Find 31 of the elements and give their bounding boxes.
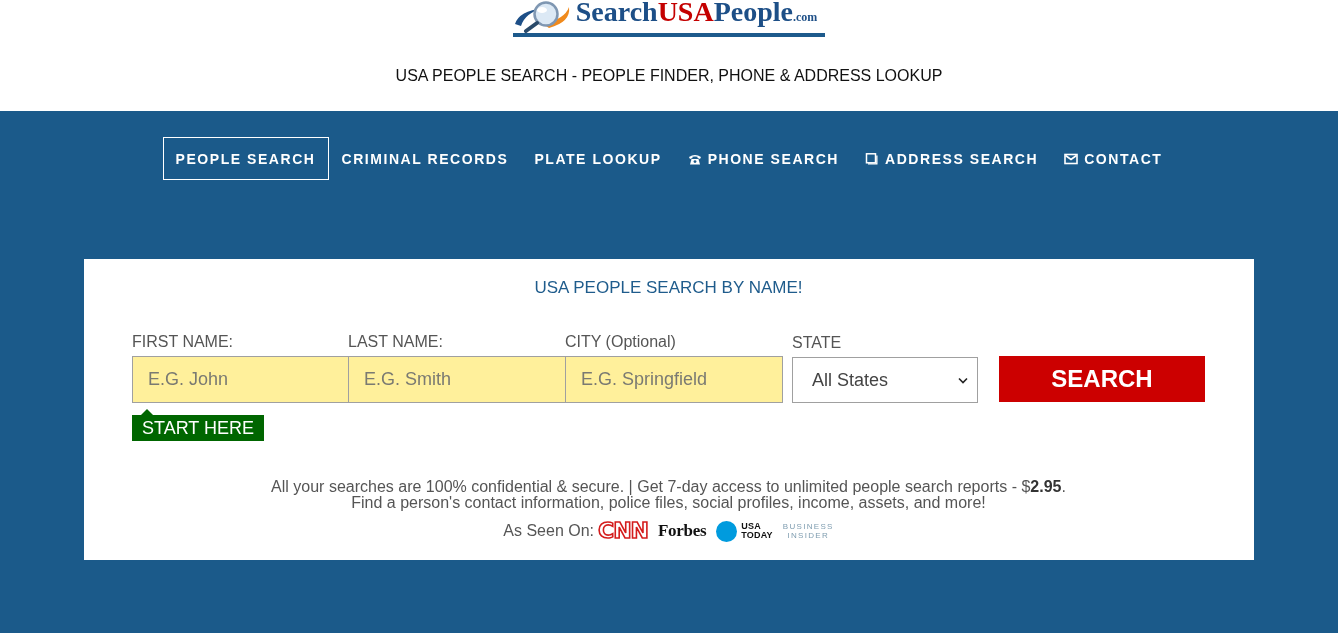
as-seen-on-label: As Seen On: [503,522,595,540]
press-logo: Forbes [658,521,707,541]
press-logo: CNN [598,520,649,542]
text-input[interactable]: E.G. John [132,356,349,403]
nav-link[interactable]: PHONE SEARCH [674,137,853,180]
site-logo[interactable]: SearchUSAPeople.com [512,0,826,37]
card-title: USA PEOPLE SEARCH BY NAME! [533,278,804,298]
nav-link[interactable]: CONTACT [1051,137,1176,180]
tagline-text: USA PEOPLE SEARCH - PEOPLE FINDER, PHONE & ADDRESS LOOKUP [395,67,943,85]
text-input[interactable]: E.G. Smith [348,356,566,403]
field-label: LAST NAME: [348,333,444,351]
mail-icon [1064,152,1079,165]
nav-link[interactable]: PEOPLE SEARCH [162,137,329,180]
nav-link[interactable]: CRIMINAL RECORDS [328,137,522,180]
nav-link[interactable]: PLATE LOOKUP [521,137,675,180]
state-select[interactable]: All States [792,357,978,403]
nav-link[interactable]: ADDRESS SEARCH [852,137,1052,180]
field-label: CITY (Optional) [565,333,677,351]
text-input[interactable]: E.G. Springfield [565,356,783,403]
field-label: STATE [792,334,843,352]
info-text: All your searches are 100% confidential & secure. | Get 7-day access to unlimited people search reports - $2.95. [270,479,1067,495]
circle-icon [716,520,738,542]
info-text: Find a person's contact information, police files, social profiles, income, assets, and more! [350,495,986,511]
chevron-down-icon [958,376,968,384]
square-icon [865,152,880,165]
press-logo: USA TODAY [741,522,773,540]
phone-icon [687,152,702,165]
press-logo: BUSINESS INSIDER [782,522,834,540]
field-label: FIRST NAME: [132,333,235,351]
logo-wordmark: SearchUSAPeople.com [575,0,818,29]
search-button[interactable]: SEARCH [999,356,1205,402]
